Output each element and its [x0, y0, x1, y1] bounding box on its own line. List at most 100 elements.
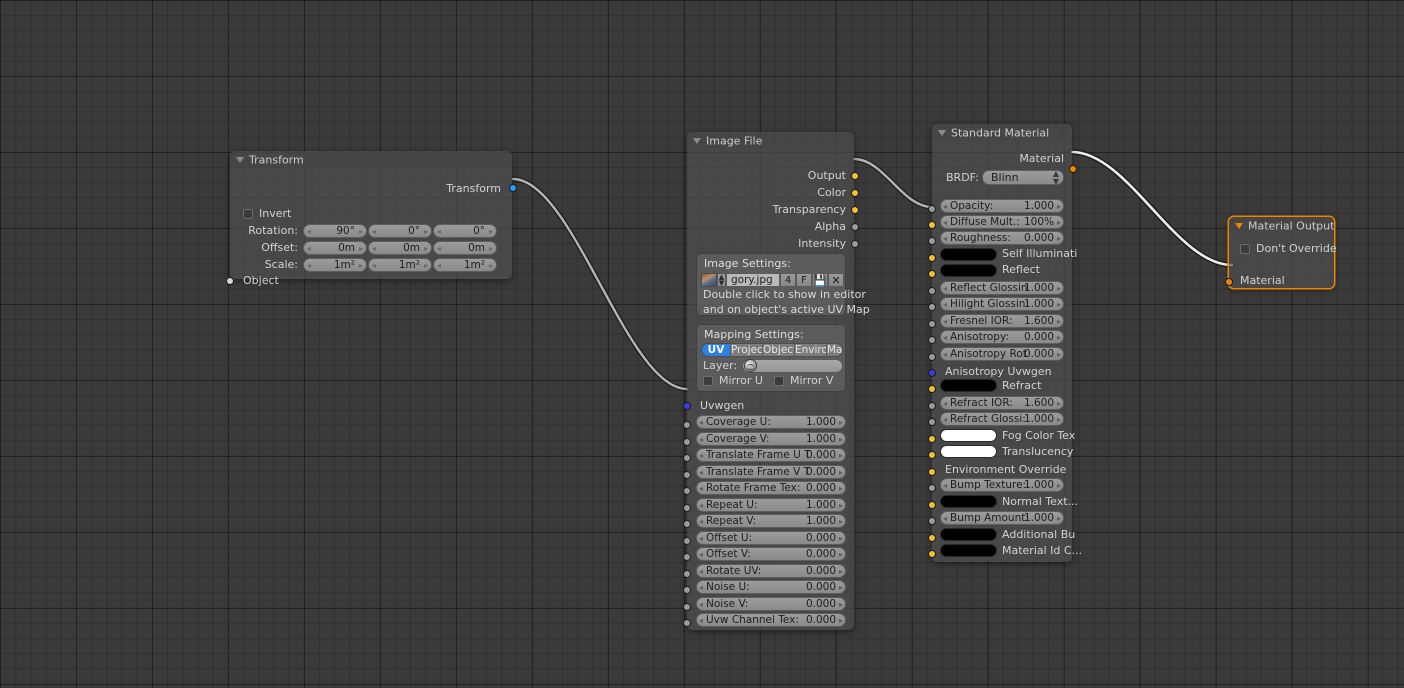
collapse-triangle-icon[interactable] [1235, 222, 1243, 229]
socket-output-transparency[interactable] [851, 206, 859, 214]
socket-input-environment-override[interactable] [928, 468, 936, 476]
swatch-additional-bump[interactable] [940, 528, 997, 541]
swatch-self-illumination[interactable] [940, 248, 997, 261]
param-translate-frame-u[interactable]: Translate Frame U T0.000 [696, 448, 846, 462]
globe-icon[interactable] [744, 359, 757, 372]
dont-override-checkbox[interactable] [1240, 244, 1250, 254]
socket-output-transform[interactable] [509, 184, 517, 192]
collapse-triangle-icon[interactable] [236, 156, 244, 163]
socket-input-material[interactable] [1225, 278, 1233, 286]
row-refract-glossiness[interactable]: Refract Glossi:1.000 [940, 412, 1064, 426]
socket-input-object[interactable] [226, 277, 234, 285]
row-anisotropy-rotation[interactable]: Anisotropy Rot0.000 [940, 347, 1064, 361]
socket-input-translucency[interactable] [928, 451, 936, 459]
node-standard-material[interactable]: Standard Material Material BRDF: Blinn ▲ ▼… [928, 124, 1082, 562]
param-noise-u[interactable]: Noise U: 0.000 [696, 580, 846, 594]
row-fresnel-ior[interactable]: Fresnel IOR: 1.600 [940, 314, 1064, 328]
swatch-translucency[interactable] [940, 445, 997, 458]
socket-input-roughness[interactable] [928, 237, 936, 245]
mirror-u-checkbox[interactable] [703, 376, 713, 386]
socket-input-normal-texture[interactable] [928, 501, 936, 509]
swatch-refract[interactable] [940, 379, 997, 392]
socket-input-offset-u[interactable] [683, 537, 691, 545]
layer-field[interactable] [742, 359, 843, 373]
row-diffuse-mult[interactable]: Diffuse Mult.:100% [940, 215, 1064, 229]
offset-z-field[interactable]: 0m [433, 241, 497, 255]
collapse-triangle-icon[interactable] [938, 129, 946, 136]
swatch-reflect[interactable] [940, 264, 997, 277]
scale-z-field[interactable]: 1m² [433, 258, 497, 272]
socket-input-noise-u[interactable] [683, 586, 691, 594]
socket-input-opacity[interactable] [928, 205, 936, 213]
socket-input-anisotropy-uvwgen[interactable] [928, 369, 936, 377]
tab-enviro[interactable]: Enviro [795, 344, 827, 356]
swatch-normal-texture[interactable] [940, 495, 997, 508]
socket-input-offset-v[interactable] [683, 553, 691, 561]
socket-input-noise-v[interactable] [683, 603, 691, 611]
socket-input-rotate-uv[interactable] [683, 570, 691, 578]
row-bump-texture[interactable]: Bump Texture:1.000 [940, 478, 1064, 492]
socket-input-hilight-glossiness[interactable] [928, 303, 936, 311]
invert-checkbox[interactable] [243, 209, 253, 219]
node-standard-material-header[interactable]: Standard Material [932, 124, 1072, 141]
rotation-y-field[interactable]: 0° [368, 224, 432, 238]
socket-input-material-id-color[interactable] [928, 550, 936, 558]
collapse-triangle-icon[interactable] [693, 137, 701, 144]
param-offset-v[interactable]: Offset V: 0.000 [696, 547, 846, 561]
socket-input-repeat-v[interactable] [683, 520, 691, 528]
tab-manual[interactable]: Manu [827, 344, 842, 356]
socket-input-reflect[interactable] [928, 270, 936, 278]
scale-x-field[interactable]: 1m² [303, 258, 367, 272]
param-coverage-u[interactable]: Coverage U: 1.000 [696, 415, 846, 429]
save-disk-icon[interactable]: 💾 [812, 273, 828, 287]
socket-input-translate-frame-v[interactable] [683, 471, 691, 479]
offset-x-field[interactable]: 0m [303, 241, 367, 255]
node-material-output-header[interactable]: Material Output [1229, 217, 1334, 234]
socket-input-uvwgen[interactable] [683, 402, 691, 410]
socket-input-coverage-v[interactable] [683, 438, 691, 446]
swatch-material-id-color[interactable] [940, 544, 997, 557]
image-thumbnail-icon[interactable] [701, 273, 717, 287]
socket-input-rotate-frame-tex[interactable] [683, 487, 691, 495]
row-anisotropy[interactable]: Anisotropy: 0.000 [940, 330, 1064, 344]
socket-output-output[interactable] [851, 172, 859, 180]
spinner-updown-icon[interactable]: ▲ ▼ [717, 273, 726, 287]
node-image-file-header[interactable]: Image File [687, 132, 854, 149]
offset-y-field[interactable]: 0m [368, 241, 432, 255]
param-repeat-v[interactable]: Repeat V: 1.000 [696, 514, 846, 528]
socket-input-fog-color-tex[interactable] [928, 435, 936, 443]
node-image-file[interactable]: Image File Output Color Transparency Alp… [683, 132, 870, 630]
param-uvw-channel-tex[interactable]: Uvw Channel Tex: 0.000 [696, 613, 846, 627]
clear-x-icon[interactable]: ✕ [828, 273, 844, 287]
param-coverage-v[interactable]: Coverage V: 1.000 [696, 432, 846, 446]
image-filename-field[interactable]: gory.jpg [726, 273, 780, 287]
param-rotate-frame-tex[interactable]: Rotate Frame Tex: 0.000 [696, 481, 846, 495]
rotation-z-field[interactable]: 0° [433, 224, 497, 238]
brdf-dropdown[interactable]: Blinn ▲ ▼ [982, 170, 1064, 186]
socket-input-coverage-u[interactable] [683, 421, 691, 429]
tab-object[interactable]: Object [763, 344, 795, 356]
image-mode-button[interactable]: F [796, 273, 812, 287]
row-bump-amount[interactable]: Bump Amount:1.000 [940, 511, 1064, 525]
socket-input-anisotropy[interactable] [928, 336, 936, 344]
socket-input-reflect-glossiness[interactable] [928, 287, 936, 295]
socket-input-refract[interactable] [928, 385, 936, 393]
socket-input-additional-bump[interactable] [928, 534, 936, 542]
socket-input-self-illumination[interactable] [928, 254, 936, 262]
socket-input-translate-frame-u[interactable] [683, 454, 691, 462]
socket-output-alpha[interactable] [851, 223, 859, 231]
socket-input-repeat-u[interactable] [683, 504, 691, 512]
socket-input-refract-glossiness[interactable] [928, 418, 936, 426]
socket-output-material[interactable] [1069, 165, 1077, 173]
mirror-v-checkbox[interactable] [774, 376, 784, 386]
tab-project[interactable]: Projec [731, 344, 763, 356]
row-opacity[interactable]: Opacity: 1.000 [940, 199, 1064, 213]
param-noise-v[interactable]: Noise V: 0.000 [696, 597, 846, 611]
row-refract-ior[interactable]: Refract IOR: 1.600 [940, 396, 1064, 410]
mapping-tabs[interactable]: UV Projec Object Enviro Manu [701, 343, 843, 357]
socket-input-bump-amount[interactable] [928, 517, 936, 525]
socket-input-anisotropy-rotation[interactable] [928, 353, 936, 361]
row-roughness[interactable]: Roughness: 0.000 [940, 231, 1064, 245]
row-hilight-glossiness[interactable]: Hilight Glossin:1.000 [940, 297, 1064, 311]
socket-input-uvw-channel-tex[interactable] [683, 619, 691, 627]
